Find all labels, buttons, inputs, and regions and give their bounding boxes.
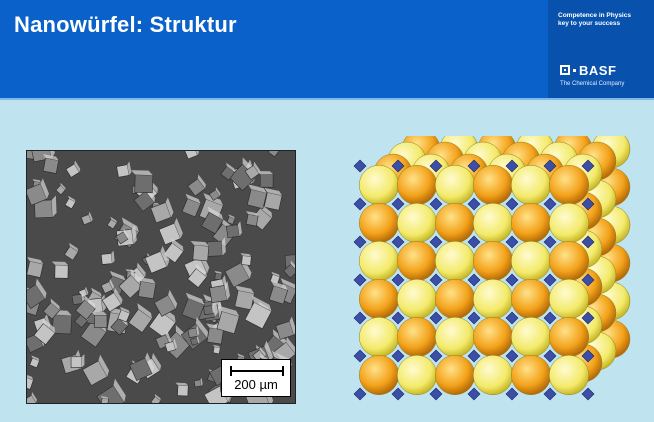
basf-logo-dot-icon bbox=[573, 68, 576, 72]
scale-bar-box: 200 µm bbox=[221, 359, 291, 397]
mof-structure-model bbox=[340, 129, 640, 412]
scale-bar-label: 200 µm bbox=[234, 377, 278, 392]
brand-tagline: Competence in Physics key to your succes… bbox=[558, 12, 648, 28]
basf-logo: BASF bbox=[560, 62, 616, 78]
scale-bar bbox=[230, 366, 284, 376]
basf-logo-square-icon bbox=[560, 65, 570, 75]
mof-cube-image bbox=[353, 129, 631, 401]
tagline-line-2: key to your success bbox=[558, 20, 621, 27]
slide-title: Nanowürfel: Struktur bbox=[14, 12, 237, 37]
company-name: The Chemical Company bbox=[560, 81, 625, 87]
tagline-line-1: Competence in Physics bbox=[558, 12, 631, 19]
basf-logo-text: BASF bbox=[579, 62, 617, 78]
sem-micrograph: 200 µm bbox=[26, 150, 296, 404]
